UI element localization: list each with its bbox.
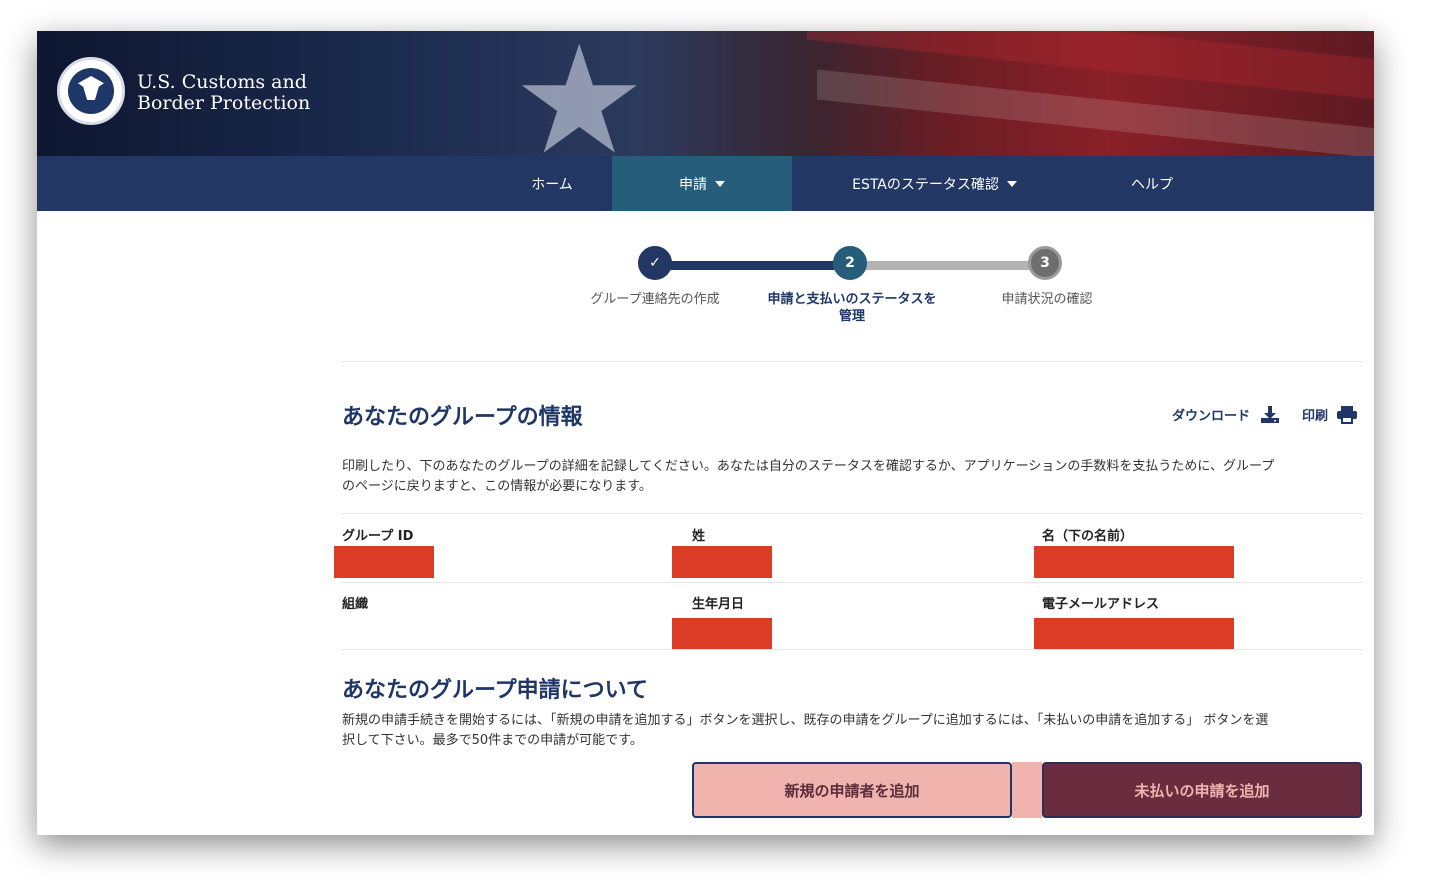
brand-line-2: Border Protection <box>137 92 311 114</box>
browser-window: ★ U.S. Customs and Border Protection ホーム… <box>37 31 1374 835</box>
nav-item-home[interactable]: ホーム <box>492 156 612 211</box>
email-value-redacted <box>1034 618 1234 650</box>
print-label: 印刷 <box>1302 409 1329 424</box>
step-1-label: グループ連絡先の作成 <box>590 292 720 307</box>
description-line-1: 印刷したり、下のあなたのグループの詳細を記録してください。あなたは自分のステータ… <box>342 459 1275 474</box>
first-name-value-redacted <box>1034 546 1234 578</box>
table-divider <box>342 582 1362 583</box>
application-line-2: 択して下さい。最多で50件までの申請が可能です。 <box>342 733 643 748</box>
download-link[interactable]: ダウンロード <box>1172 405 1280 424</box>
flag-star-icon: ★ <box>512 31 647 156</box>
birth-date-label: 生年月日 <box>692 597 745 612</box>
nav-item-apply[interactable]: 申請 <box>612 156 792 211</box>
print-link[interactable]: 印刷 <box>1302 405 1358 424</box>
step-2-circle: 2 <box>833 246 867 280</box>
table-divider <box>342 513 1362 514</box>
nav-item-help[interactable]: ヘルプ <box>1077 156 1227 211</box>
organization-label: 組織 <box>342 597 369 612</box>
group-info-heading: あなたのグループの情報 <box>342 405 583 430</box>
step-2-label-line2: 管理 <box>838 309 865 324</box>
table-divider <box>342 649 1362 650</box>
download-icon <box>1261 405 1280 423</box>
nav-label: ESTAのステータス確認 <box>852 176 999 193</box>
brand-line-1: U.S. Customs and <box>137 71 307 93</box>
nav-label: 申請 <box>679 176 707 193</box>
first-name-label: 名（下の名前） <box>1042 529 1134 544</box>
application-line-1: 新規の申請手続きを開始するには、「新規の申請を追加する」ボタンを選択し、既存の申… <box>342 713 1269 728</box>
step-3-label: 申請状況の確認 <box>1001 292 1093 307</box>
group-id-label: グループ ID <box>342 529 414 544</box>
progress-stepper: ✓ 2 3 グループ連絡先の作成 申請と支払いのステータスを 管理 申請状況の確… <box>37 246 1374 346</box>
last-name-label: 姓 <box>692 529 706 544</box>
dhs-seal-logo[interactable] <box>57 57 125 125</box>
step-3-circle: 3 <box>1028 246 1062 280</box>
section-divider <box>342 361 1362 362</box>
step-1-check-icon: ✓ <box>638 246 672 280</box>
add-new-applicant-button[interactable]: 新規の申請者を追加 <box>692 762 1012 818</box>
progress-track-remaining <box>849 261 1045 270</box>
step-2-number: 2 <box>845 255 855 271</box>
group-application-description: 新規の申請手続きを開始するには、「新規の申請を追加する」ボタンを選択し、既存の申… <box>342 711 1357 751</box>
last-name-value-redacted <box>672 546 772 578</box>
nav-item-status[interactable]: ESTAのステータス確認 <box>792 156 1077 211</box>
description-line-2: のページに戻りますと、この情報が必要になります。 <box>342 479 652 494</box>
download-label: ダウンロード <box>1172 409 1251 424</box>
step-1-number: ✓ <box>649 255 661 271</box>
step-3-number: 3 <box>1040 255 1050 271</box>
progress-track-complete <box>655 261 851 270</box>
step-2-label: 申請と支払いのステータスを 管理 <box>749 291 955 325</box>
nav-label: ホーム <box>531 176 573 193</box>
main-nav: ホーム 申請 ESTAのステータス確認 ヘルプ <box>37 156 1374 211</box>
printer-icon <box>1337 405 1358 424</box>
nav-label: ヘルプ <box>1131 176 1173 193</box>
add-unpaid-application-button[interactable]: 未払いの申請を追加 <box>1042 762 1362 818</box>
agency-name[interactable]: U.S. Customs and Border Protection <box>137 72 310 114</box>
button-gap-filler <box>1012 762 1042 818</box>
header-banner: ★ U.S. Customs and Border Protection <box>37 31 1374 156</box>
group-application-heading: あなたのグループ申請について <box>342 678 649 703</box>
group-id-value-redacted <box>334 546 434 578</box>
caret-down-icon <box>715 180 725 187</box>
caret-down-icon <box>1006 180 1017 187</box>
group-info-description: 印刷したり、下のあなたのグループの詳細を記録してください。あなたは自分のステータ… <box>342 457 1357 497</box>
step-2-label-line1: 申請と支払いのステータスを <box>767 292 937 307</box>
birth-date-value-redacted <box>672 618 772 650</box>
email-label: 電子メールアドレス <box>1042 597 1160 612</box>
